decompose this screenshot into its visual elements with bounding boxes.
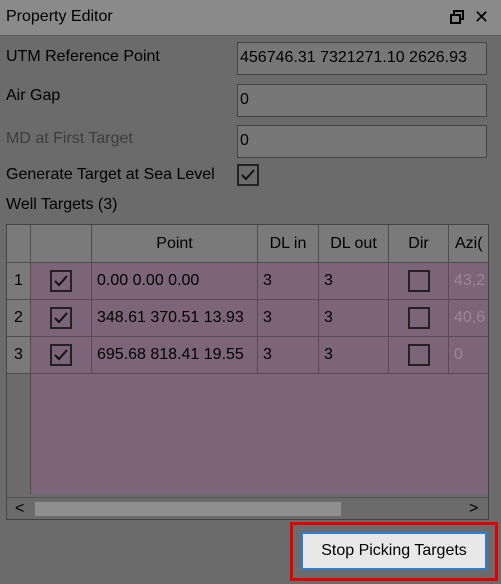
- row-header[interactable]: 3: [7, 337, 31, 374]
- row-checkbox[interactable]: [50, 307, 72, 329]
- md-first-target-field[interactable]: 0: [237, 125, 487, 158]
- azi-cell[interactable]: 40,6: [449, 300, 488, 337]
- checkmark-icon: [241, 169, 255, 181]
- table-row-check-cell[interactable]: [31, 263, 92, 300]
- air-gap-field[interactable]: 0: [237, 84, 487, 117]
- azi-cell[interactable]: 0: [449, 337, 488, 374]
- panel-title: Property Editor: [6, 8, 113, 25]
- grid-corner-header: [7, 225, 31, 263]
- point-cell[interactable]: 348.61 370.51 13.93: [92, 300, 258, 337]
- dl-in-cell[interactable]: 3: [258, 263, 319, 300]
- dir-checkbox[interactable]: [407, 270, 430, 292]
- dir-checkbox[interactable]: [407, 307, 430, 329]
- row-header[interactable]: 2: [7, 300, 31, 337]
- row-header-empty-area: [7, 374, 31, 494]
- table-row-check-cell[interactable]: [31, 300, 92, 337]
- panel-titlebar: Property Editor ✕: [0, 0, 501, 36]
- checkmark-icon: [54, 312, 68, 324]
- column-header-check[interactable]: [31, 225, 92, 263]
- row-checkbox[interactable]: [50, 344, 72, 366]
- utm-reference-label: UTM Reference Point: [6, 48, 160, 65]
- column-header-point[interactable]: Point: [92, 225, 258, 263]
- generate-target-label: Generate Target at Sea Level: [6, 166, 215, 183]
- dl-out-cell[interactable]: 3: [319, 263, 389, 300]
- point-cell[interactable]: 695.68 818.41 19.55: [92, 337, 258, 374]
- azi-cell[interactable]: 43,2: [449, 263, 488, 300]
- dir-cell[interactable]: [389, 263, 449, 300]
- row-checkbox[interactable]: [50, 270, 72, 292]
- checkmark-icon: [54, 349, 68, 361]
- dl-in-cell[interactable]: 3: [258, 337, 319, 374]
- close-icon[interactable]: ✕: [474, 8, 489, 26]
- chevron-left-icon[interactable]: <: [15, 500, 24, 518]
- dl-out-cell[interactable]: 3: [319, 337, 389, 374]
- column-header-dl-out[interactable]: DL out: [319, 225, 389, 263]
- dir-cell[interactable]: [389, 300, 449, 337]
- column-header-azi[interactable]: Azi(: [449, 225, 488, 263]
- column-header-dir[interactable]: Dir: [389, 225, 449, 263]
- checkmark-icon: [54, 275, 68, 287]
- grid-empty-area[interactable]: [31, 374, 488, 494]
- horizontal-scrollbar[interactable]: < >: [7, 497, 488, 519]
- stop-picking-targets-button[interactable]: Stop Picking Targets: [301, 532, 487, 570]
- air-gap-label: Air Gap: [6, 87, 61, 104]
- chevron-right-icon[interactable]: >: [469, 500, 478, 518]
- table-row-check-cell[interactable]: [31, 337, 92, 374]
- dir-cell[interactable]: [389, 337, 449, 374]
- point-cell[interactable]: 0.00 0.00 0.00: [92, 263, 258, 300]
- utm-reference-field[interactable]: 456746.31 7321271.10 2626.93: [237, 42, 487, 75]
- dir-checkbox[interactable]: [407, 344, 430, 366]
- column-header-dl-in[interactable]: DL in: [258, 225, 319, 263]
- dl-out-cell[interactable]: 3: [319, 300, 389, 337]
- well-targets-label: Well Targets (3): [6, 196, 118, 213]
- row-header[interactable]: 1: [7, 263, 31, 300]
- well-targets-grid: Point DL in DL out Dir Azi( 1 0.00 0.00 …: [6, 224, 489, 520]
- md-first-target-label: MD at First Target: [6, 130, 133, 147]
- scrollbar-thumb[interactable]: [35, 502, 341, 516]
- restore-icon[interactable]: [450, 10, 464, 24]
- generate-target-checkbox[interactable]: [237, 164, 259, 186]
- dl-in-cell[interactable]: 3: [258, 300, 319, 337]
